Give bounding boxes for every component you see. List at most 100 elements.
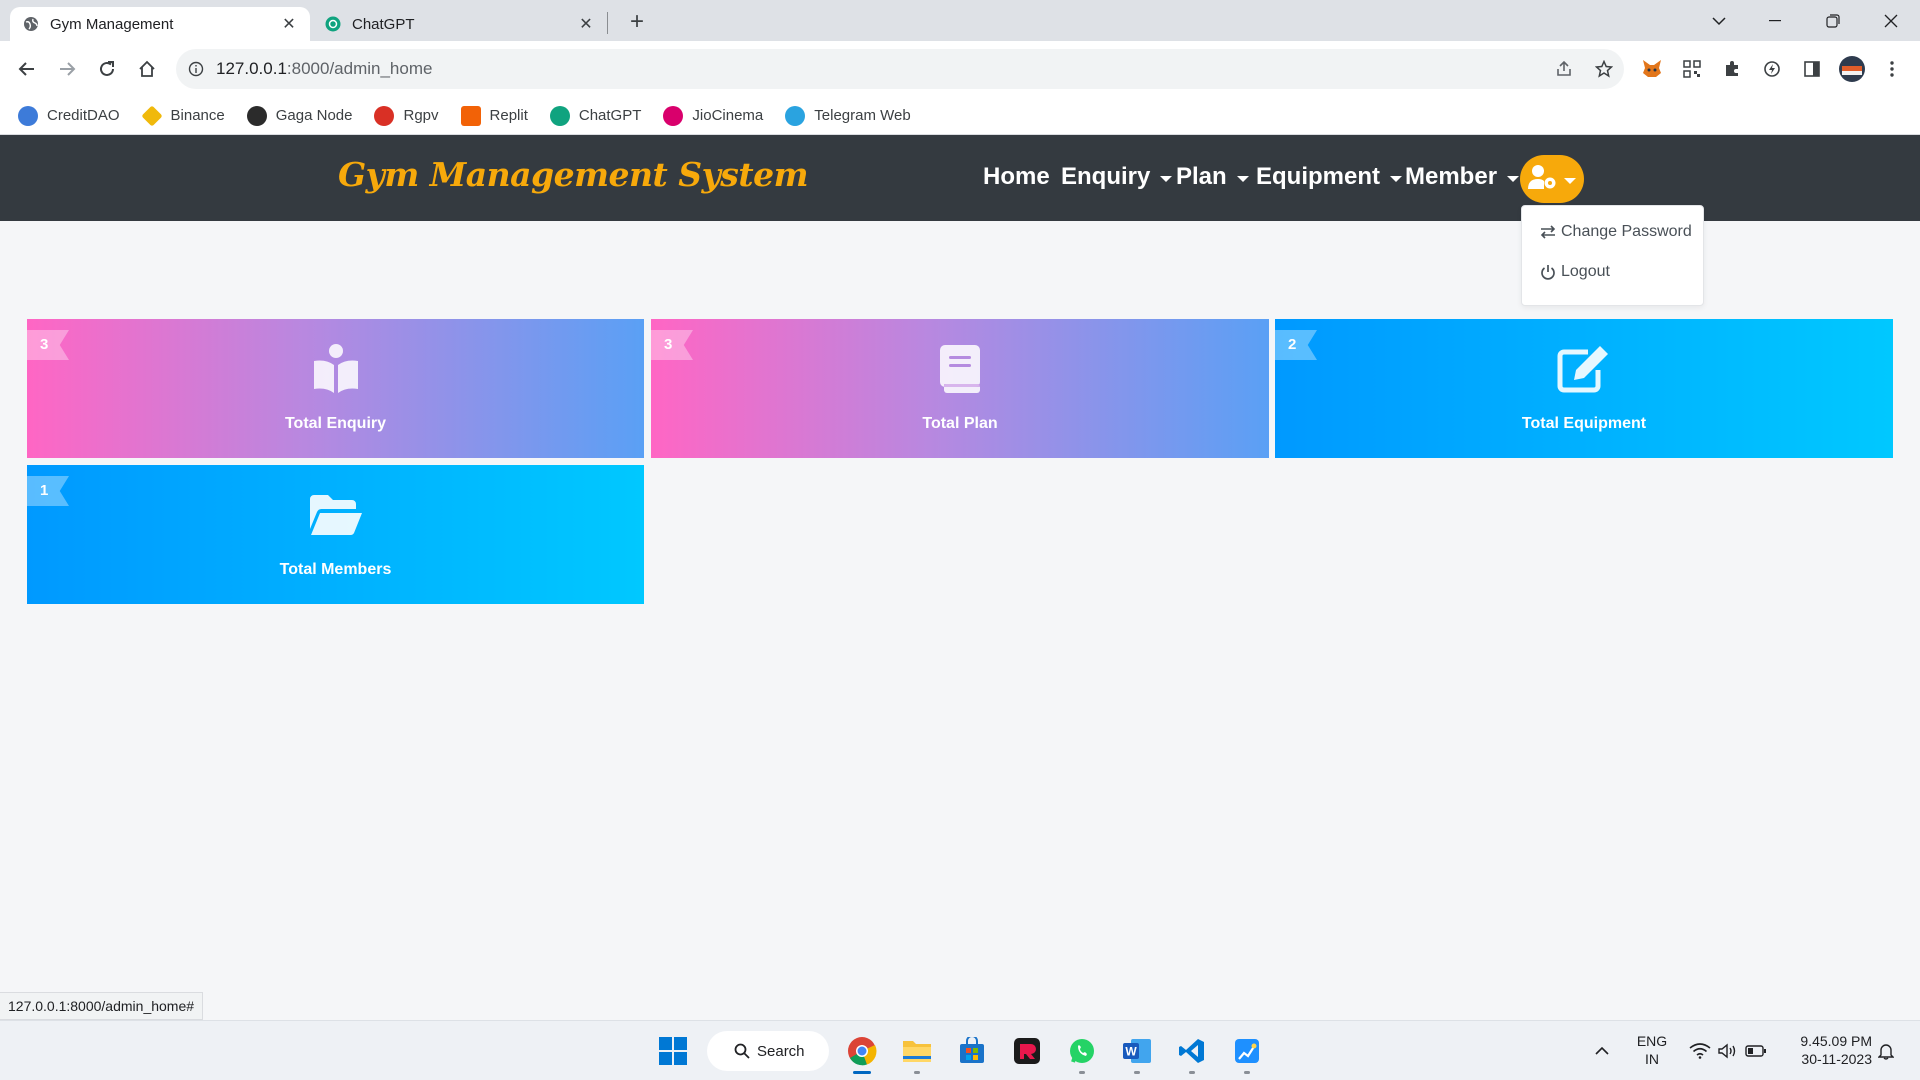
bookmark-label: Gaga Node [275,107,353,124]
card-label: Total Enquiry [284,415,387,432]
bookmark-binance[interactable]: Binance [140,104,225,127]
language-indicator[interactable]: ENG IN [1628,1032,1676,1068]
bookmark-label: ChatGPT [578,107,642,124]
site-info-icon[interactable] [176,61,216,77]
notification-bell-icon[interactable] [1868,1033,1904,1069]
card-total-equipment[interactable]: 2 Total Equipment [1275,319,1893,458]
nav-equipment[interactable]: Equipment [1256,163,1402,191]
whatsapp-taskbar-icon[interactable] [1064,1033,1100,1074]
more-menu-icon[interactable] [1876,53,1908,85]
file-explorer-taskbar-icon[interactable] [899,1033,935,1074]
bookmark-gaga-node[interactable]: Gaga Node [246,105,353,126]
card-total-members[interactable]: 1 Total Members [27,465,644,604]
reload-button[interactable] [91,53,123,85]
chrome-taskbar-icon[interactable] [844,1033,880,1074]
bookmark-label: JioCinema [692,107,764,124]
side-panel-icon[interactable] [1796,53,1828,85]
bookmark-label: Rgpv [403,107,439,124]
running-indicator [1079,1071,1085,1074]
vscode-taskbar-icon[interactable] [1174,1033,1210,1074]
clock[interactable]: 9.45.09 PM 30-11-2023 [1780,1032,1872,1068]
profile-avatar[interactable] [1836,53,1868,85]
show-hidden-icons-chevron-icon[interactable] [1584,1033,1620,1069]
forward-button[interactable] [51,53,83,85]
performance-icon[interactable] [1756,53,1788,85]
close-tab-icon[interactable]: ✕ [577,15,595,33]
user-settings-button[interactable] [1520,155,1584,203]
change-password-label: Change Password [1561,223,1692,240]
metamask-icon[interactable] [1636,53,1668,85]
nav-plan[interactable]: Plan [1176,163,1249,191]
bookmark-chatgpt[interactable]: ChatGPT [549,105,642,126]
jiocinema-icon [663,105,684,126]
nav-member-label: Member [1405,163,1498,190]
word-taskbar-icon[interactable]: W [1119,1033,1155,1074]
logout-menu-item[interactable]: Logout [1540,263,1610,281]
extensions-puzzle-icon[interactable] [1716,53,1748,85]
home-button[interactable] [131,53,163,85]
url-host: 127.0.0.1 [216,59,287,78]
running-indicator [1244,1071,1250,1074]
nav-member[interactable]: Member [1405,163,1520,191]
change-password-menu-item[interactable]: Change Password [1540,223,1692,241]
close-tab-icon[interactable]: ✕ [280,15,298,33]
caret-down-icon [1236,175,1249,182]
tab-search-icon[interactable] [1696,0,1742,41]
bookmark-label: Telegram Web [814,107,911,124]
taskbar-search-box[interactable]: Search [707,1031,829,1071]
card-count: 2 [1288,336,1297,353]
globe-icon [22,15,40,33]
card-count: 3 [40,336,49,353]
caret-down-icon [1507,175,1520,182]
power-icon [1541,265,1555,280]
bookmark-telegram-web[interactable]: Telegram Web [785,105,911,126]
share-icon[interactable] [1544,60,1584,78]
paint-taskbar-icon[interactable] [1229,1033,1265,1074]
exchange-icon [1540,225,1556,239]
bookmark-label: Replit [489,107,528,124]
card-total-plan[interactable]: 3 Total Plan [651,319,1269,458]
tab-gym-management[interactable]: Gym Management ✕ [10,7,310,41]
windows-taskbar: Search W ENG IN 9.45.09 PM 30-11-2023 [0,1020,1920,1080]
media-app-taskbar-icon[interactable] [1009,1033,1045,1069]
browser-toolbar: 127.0.0.1:8000/admin_home [0,41,1920,97]
user-cog-icon [1528,164,1558,195]
tab-chatgpt[interactable]: ChatGPT ✕ [312,7,607,41]
card-count: 3 [664,336,673,353]
restore-button[interactable] [1810,0,1856,41]
qr-code-icon[interactable] [1676,53,1708,85]
bookmark-label: Binance [170,107,225,124]
bookmark-jiocinema[interactable]: JioCinema [663,105,764,126]
address-bar[interactable]: 127.0.0.1:8000/admin_home [176,49,1624,89]
bookmark-star-icon[interactable] [1584,60,1624,78]
bookmark-rgpv[interactable]: Rgpv [374,105,439,126]
minimize-button[interactable] [1752,0,1798,41]
caret-down-icon [1564,177,1576,184]
caret-down-icon [1160,175,1173,182]
book-icon [930,341,990,397]
gaga-node-icon [246,105,267,126]
brand-logo[interactable]: Gym Management System [338,155,809,194]
windows-start-icon[interactable] [655,1033,691,1069]
nav-enquiry[interactable]: Enquiry [1061,163,1173,191]
system-tray-status[interactable] [1684,1033,1772,1069]
user-dropdown-menu: Change Password Logout [1521,205,1704,306]
telegram-icon [785,105,806,126]
tab-title: ChatGPT [352,15,415,33]
card-total-enquiry[interactable]: 3 Total Enquiry [27,319,644,458]
clock-time: 9.45.09 PM [1800,1033,1872,1049]
volume-icon [1718,1043,1736,1059]
running-indicator [1189,1071,1195,1074]
new-tab-button[interactable]: + [623,8,651,36]
url-text: 127.0.0.1:8000/admin_home [216,59,1544,79]
card-label: Total Equipment [1521,415,1647,432]
back-button[interactable] [11,53,43,85]
close-window-button[interactable] [1868,0,1914,41]
microsoft-store-taskbar-icon[interactable] [954,1033,990,1069]
nav-equipment-label: Equipment [1256,163,1380,190]
bookmark-creditdao[interactable]: CreditDAO [18,105,120,126]
bookmark-replit[interactable]: Replit [460,105,528,126]
nav-home[interactable]: Home [983,163,1050,191]
battery-icon [1745,1045,1766,1057]
region-code: IN [1645,1051,1659,1067]
